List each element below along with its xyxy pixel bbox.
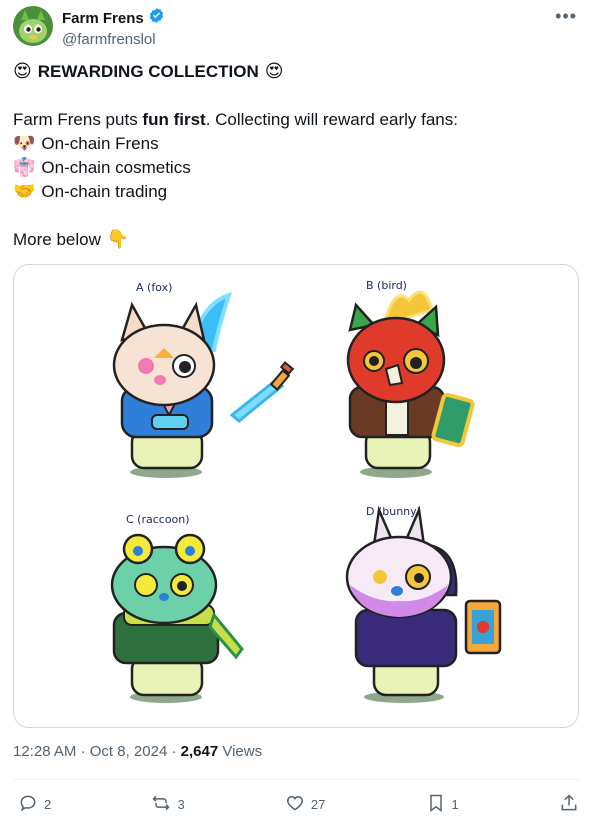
list-item: 👘 On-chain cosmetics bbox=[13, 156, 573, 180]
more-options-icon[interactable]: ••• bbox=[555, 6, 577, 27]
views-label: Views bbox=[222, 743, 263, 760]
more-below-text: More below bbox=[13, 230, 101, 249]
divider bbox=[13, 779, 580, 780]
tweet-date[interactable]: Oct 8, 2024 bbox=[90, 743, 168, 760]
reply-count: 2 bbox=[44, 797, 52, 812]
bookmark-icon bbox=[426, 793, 446, 816]
kimono-icon: 👘 bbox=[13, 157, 36, 178]
bookmark-count: 1 bbox=[451, 797, 459, 812]
reply-icon bbox=[18, 793, 38, 816]
tweet: Farm Frens @farmfrenslol ••• 😍 REWARDING… bbox=[0, 0, 593, 827]
sword bbox=[229, 361, 295, 423]
display-name[interactable]: Farm Frens bbox=[62, 10, 144, 27]
heart-icon bbox=[285, 793, 305, 816]
tweet-meta: 12:28 AM · Oct 8, 2024 · 2,647 Views bbox=[13, 743, 262, 760]
character-raccoon bbox=[110, 533, 244, 703]
like-count: 27 bbox=[310, 797, 326, 812]
repost-button[interactable]: 3 bbox=[151, 793, 185, 816]
list-item-label: On-chain Frens bbox=[41, 134, 159, 153]
heart-eyes-icon: 😍 bbox=[13, 61, 32, 82]
media-label-d: D (bunny) bbox=[366, 505, 421, 518]
list-item-label: On-chain cosmetics bbox=[41, 158, 191, 177]
action-bar: 2 3 27 1 bbox=[18, 793, 579, 816]
intro-text: Farm Frens puts bbox=[13, 110, 143, 129]
views-count: 2,647 bbox=[180, 743, 219, 760]
character-fox bbox=[112, 291, 233, 478]
tweet-text: 😍 REWARDING COLLECTION 😍 Farm Frens puts… bbox=[13, 60, 573, 252]
character-bunny bbox=[345, 505, 502, 703]
avatar[interactable] bbox=[13, 6, 53, 46]
share-button[interactable] bbox=[559, 793, 579, 816]
intro-bold: fun first bbox=[142, 110, 206, 129]
repost-count: 3 bbox=[177, 797, 185, 812]
point-down-icon: 👇 bbox=[106, 229, 130, 250]
author-block: Farm Frens @farmfrenslol bbox=[62, 7, 165, 48]
more-below-line: More below 👇 bbox=[13, 228, 573, 252]
list-item: 🤝 On-chain trading bbox=[13, 180, 573, 204]
meta-separator: · bbox=[171, 743, 177, 760]
like-button[interactable]: 27 bbox=[285, 793, 325, 816]
bookmark-button[interactable]: 1 bbox=[426, 793, 459, 816]
meta-separator: · bbox=[80, 743, 86, 760]
intro-text-end: . Collecting will reward early fans: bbox=[205, 110, 458, 129]
dog-face-icon: 🐶 bbox=[13, 133, 36, 154]
media-image[interactable]: A (fox) B (bird) C (raccoon) D (bunny) bbox=[13, 264, 579, 728]
share-icon bbox=[559, 793, 579, 816]
post-intro: Farm Frens puts fun first. Collecting wi… bbox=[13, 108, 573, 132]
list-item: 🐶 On-chain Frens bbox=[13, 132, 573, 156]
handshake-icon: 🤝 bbox=[13, 181, 36, 202]
handle[interactable]: @farmfrenslol bbox=[62, 31, 165, 48]
post-title: REWARDING COLLECTION bbox=[37, 62, 259, 81]
tweet-time[interactable]: 12:28 AM bbox=[13, 743, 76, 760]
media-label-b: B (bird) bbox=[366, 279, 407, 292]
media-label-a: A (fox) bbox=[136, 281, 172, 294]
reply-button[interactable]: 2 bbox=[18, 793, 51, 816]
media-label-c: C (raccoon) bbox=[126, 513, 190, 526]
repost-icon bbox=[151, 793, 171, 816]
post-title-line: 😍 REWARDING COLLECTION 😍 bbox=[13, 60, 573, 84]
list-item-label: On-chain trading bbox=[41, 182, 168, 201]
heart-eyes-icon: 😍 bbox=[264, 61, 284, 82]
character-bird bbox=[346, 290, 475, 478]
verified-badge-icon bbox=[148, 7, 165, 29]
